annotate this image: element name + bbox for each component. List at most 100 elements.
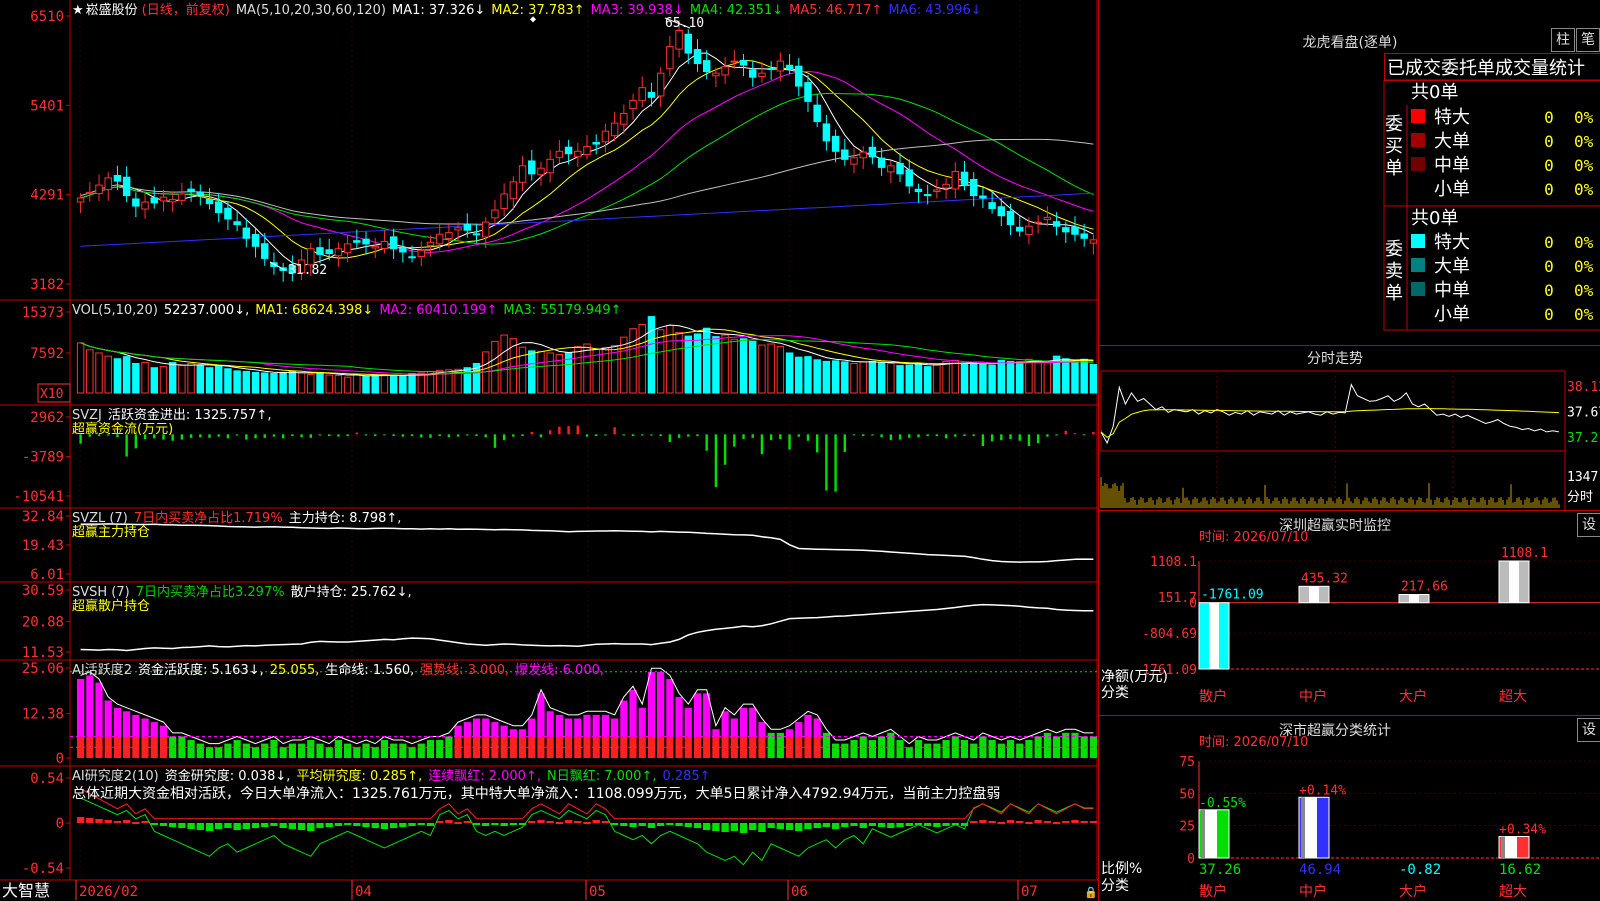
flow-bar [401,434,405,437]
volume-bar [712,336,720,394]
volume-bar [693,333,702,394]
intraday-chart[interactable]: 38.12 37.67 37.21 1347 分时 [1099,346,1600,511]
flow-bar [567,426,570,435]
activity-bar-top [611,718,619,737]
classify-value: 46.94 [1299,862,1341,878]
activity-bar [850,740,858,758]
candle-body [132,198,140,207]
y-tick-label: -10541 [13,489,64,505]
flow-bar [392,434,395,437]
activity-bar-top [795,722,803,737]
sell-row-name: 大单 [1434,256,1470,277]
activity-bar [408,747,416,758]
activity-bar-top [657,671,665,737]
flow-bar [429,434,432,438]
monitor-category: 散户 [1199,688,1227,705]
buy-row-count: 0 [1544,132,1554,151]
research-bar [1071,820,1079,823]
research-bar [408,823,416,826]
activity-bar-top [537,693,545,737]
flow-bar [475,434,478,437]
candle-body [960,171,969,185]
activity-bar-top [666,678,674,737]
candle-body [371,245,379,249]
volume-bar [758,344,766,394]
candle-body [951,170,960,190]
activity-bar-top [491,722,499,737]
activity-bar [933,743,941,758]
candle-body [399,247,407,253]
kline-chart[interactable]: 651054014291318265.1031.82◆★ 崧盛股份 (日线，前复权)… [0,0,1098,900]
buy-row-count: 0 [1544,156,1554,175]
candle-body [868,146,877,158]
classify-category: 中户 [1299,883,1327,900]
sell-side-label: 单 [1385,283,1403,304]
research-bar [804,823,812,829]
dragon-panel: 龙虎看盘(逐单) 柱 笔 已成交委托单成交量统计 委买单委卖单共0单 共0单 特大 0… [1098,0,1600,345]
activity-bar [988,740,996,758]
intraday-price-label: 38.12 [1567,380,1600,395]
sell-side-label: 委 [1385,239,1403,260]
volume-bar [122,356,131,394]
flow-bar [760,434,764,455]
flow-bar [954,434,957,437]
classify-change: -0.55% [1199,796,1246,811]
research-bar [500,823,508,826]
candle-body [666,46,674,70]
candle-body [113,174,122,182]
y-tick-label: 12.38 [22,707,64,723]
stock-title: ★ 崧盛股份 (日线，前复权) MA(5,10,20,30,60,120) MA1: 3… [72,2,982,18]
candle-body [1016,226,1024,232]
monitor-ylabel2: 分类 [1101,685,1129,701]
classify-category: 超大 [1499,884,1527,900]
flow-bar [585,434,589,437]
candle-body [362,238,370,245]
y-tick-label: 7592 [30,346,64,362]
candle-body [997,206,1006,217]
flow-bar [1082,434,1086,436]
research-bar [215,823,223,829]
research-bar [647,823,656,828]
candle-body [620,112,628,125]
research-bar [261,823,269,827]
y-tick-label: 6510 [30,9,64,25]
research-bar [831,823,840,829]
classify-bar-highlight [1505,836,1517,858]
classify-category: 大户 [1399,883,1427,900]
research-bar [712,823,720,831]
research-bar [574,821,582,823]
sell-row-name: 中单 [1434,280,1470,301]
research-bar [371,823,379,828]
activity-bar-top [749,707,757,737]
y-tick-label: 2962 [30,410,64,426]
volume-bar [353,374,361,394]
volume-bar [1043,361,1052,394]
activity-bar-top [712,729,720,737]
flow-bar [751,434,754,438]
activity-bar [960,740,969,758]
buy-row-pct: 0% [1574,156,1594,175]
research-bar [703,823,711,830]
volume-bar [150,367,158,394]
monitor-y-tick: 0 [1189,597,1197,612]
y-tick-label: -0.54 [22,861,64,877]
flow-bar [963,434,966,437]
candle-body [795,65,803,87]
research-bar [1062,821,1070,823]
volume-bar [767,343,775,394]
research-bar [785,823,794,830]
candle-body [76,197,85,203]
volume-bar [270,373,278,394]
vol-legend-item: VOL(5,10,20) [72,303,158,318]
svzj-legend-item: SVZJ [72,408,102,423]
vol-unit: X10 [40,387,63,402]
activity-bar-top [141,718,149,737]
activity-bar [215,747,223,758]
flow-bar [880,434,883,438]
flow-bar [1036,434,1040,444]
research-bar [270,823,278,826]
stock-name: 崧盛股份 [86,3,138,18]
candle-body [564,146,573,155]
svzj-sub: 超赢资金流(万元) [72,421,173,437]
intraday-panel[interactable]: 分时走势 38.1237.6737.211347分时 [1098,345,1600,511]
